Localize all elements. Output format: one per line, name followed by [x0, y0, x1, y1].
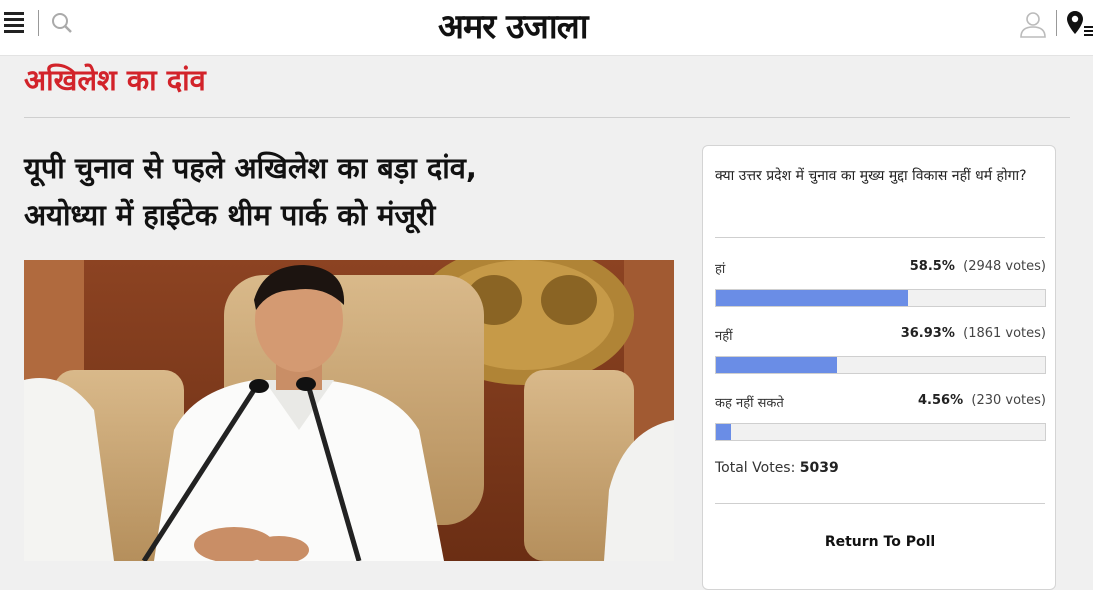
section-divider [24, 117, 1070, 118]
article-photo[interactable] [24, 260, 674, 561]
header-divider [1056, 10, 1057, 36]
headline-line-2: अयोध्या में हाईटेक थीम पार्क को मंजूरी [24, 198, 436, 232]
user-icon[interactable] [1018, 9, 1048, 39]
poll-bar-fill [716, 424, 731, 440]
poll-option-percent: 58.5% [909, 259, 955, 274]
poll-option-2: कह नहीं सकते 4.56% (230 votes) [715, 393, 1046, 441]
poll-option-0: हां 58.5% (2948 votes) [715, 259, 1046, 307]
poll-bar-track [715, 423, 1046, 441]
header-divider [38, 10, 39, 36]
poll-total-value: 5039 [799, 460, 839, 476]
poll-results-card: क्या उत्तर प्रदेश में चुनाव का मुख्य मुद… [702, 145, 1056, 590]
poll-divider [715, 503, 1045, 504]
poll-option-votes: (1861 votes) [963, 326, 1046, 341]
poll-total-votes: Total Votes: 5039 [715, 460, 839, 476]
poll-option-percent: 36.93% [900, 326, 955, 341]
headline-line-1: यूपी चुनाव से पहले अखिलेश का बड़ा दांव, [24, 151, 477, 185]
site-header: अमर उजाला [0, 0, 1093, 56]
poll-option-label: नहीं [715, 329, 733, 344]
hamburger-menu-icon[interactable] [4, 12, 24, 33]
poll-question: क्या उत्तर प्रदेश में चुनाव का मुख्य मुद… [715, 168, 1027, 184]
poll-option-percent: 4.56% [918, 393, 964, 408]
poll-divider [715, 237, 1045, 238]
poll-option-votes: (230 votes) [971, 393, 1046, 408]
search-icon[interactable] [50, 11, 74, 35]
poll-option-1: नहीं 36.93% (1861 votes) [715, 326, 1046, 374]
location-pin-icon[interactable] [1066, 8, 1093, 40]
poll-bar-track [715, 356, 1046, 374]
poll-option-label: हां [715, 262, 726, 277]
poll-bar-track [715, 289, 1046, 307]
return-to-poll-button[interactable]: Return To Poll [715, 534, 1045, 550]
poll-bar-fill [716, 357, 838, 373]
poll-total-label: Total Votes: [715, 460, 796, 476]
section-title[interactable]: अखिलेश का दांव [24, 60, 206, 99]
poll-bar-fill [716, 290, 909, 306]
article-headline[interactable]: यूपी चुनाव से पहले अखिलेश का बड़ा दांव, … [24, 145, 674, 239]
site-logo[interactable]: अमर उजाला [438, 2, 589, 48]
poll-option-label: कह नहीं सकते [715, 396, 784, 411]
poll-option-votes: (2948 votes) [963, 259, 1046, 274]
